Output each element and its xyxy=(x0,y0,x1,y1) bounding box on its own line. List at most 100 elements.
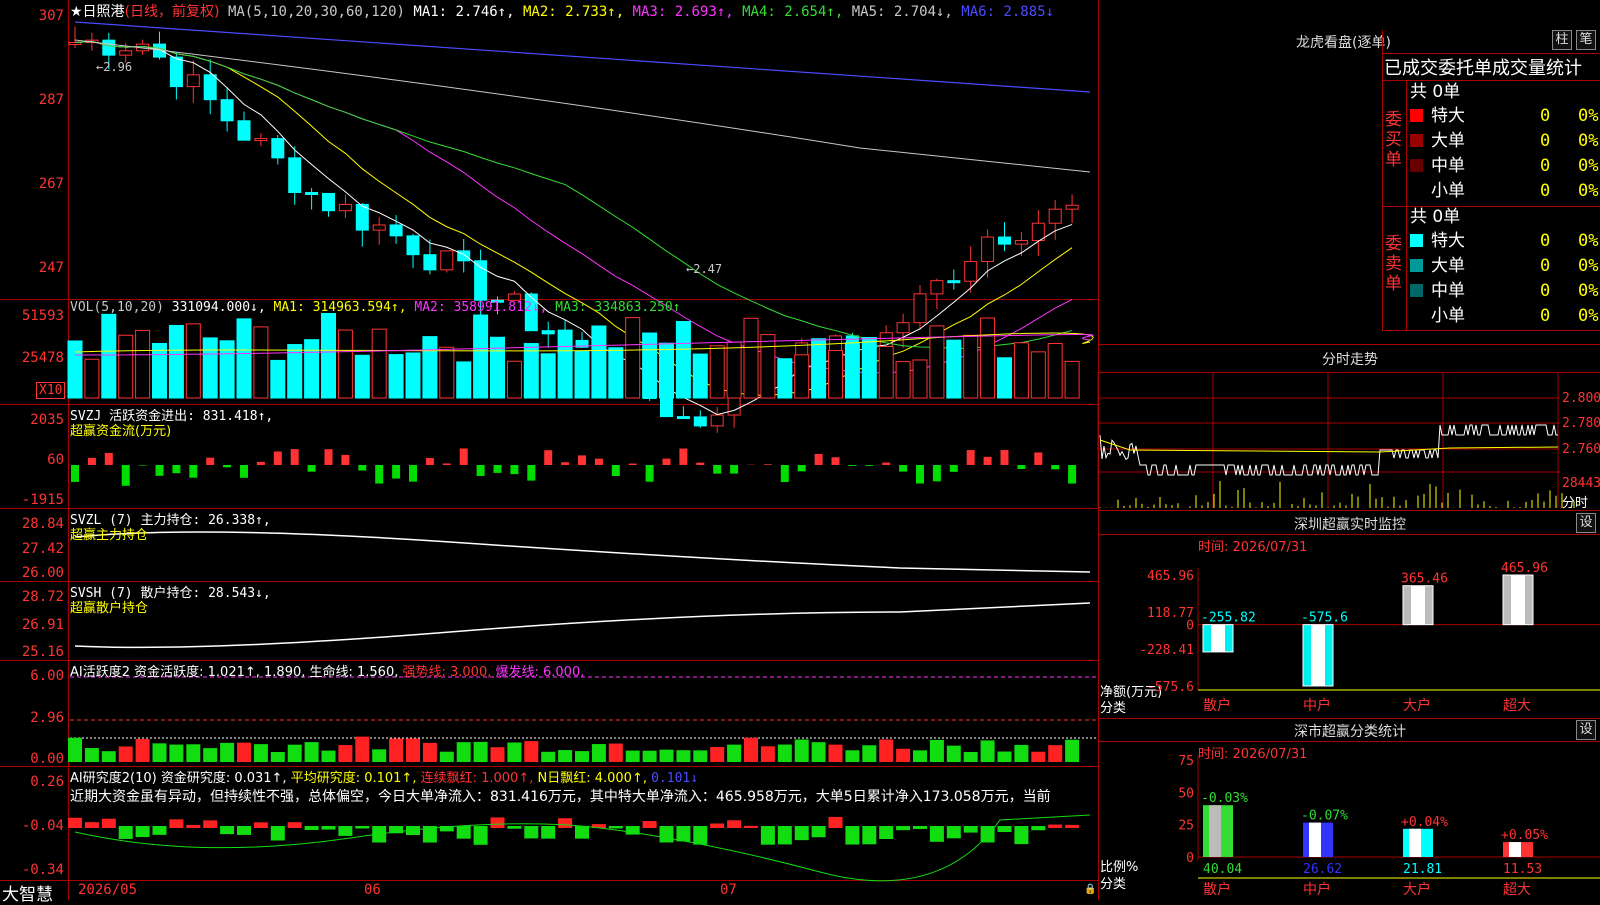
research-bar xyxy=(136,826,150,837)
active-bar xyxy=(626,751,640,762)
retail-holding-line xyxy=(75,603,1090,647)
stats-value: 40.04 xyxy=(1203,862,1242,877)
candle xyxy=(1049,209,1061,223)
flow-bar xyxy=(679,449,687,465)
ma-value-1: MA1: 2.746↑, xyxy=(413,4,514,20)
order-row-pct: 0% xyxy=(1578,279,1598,303)
lhb-left-border xyxy=(1382,30,1383,330)
monitor-bar-label: 465.96 xyxy=(1501,561,1548,576)
research-bar xyxy=(660,826,674,842)
brand-logo[interactable]: 大智慧 xyxy=(2,880,53,905)
research-bar xyxy=(930,826,944,842)
buy-orders-label: 委买单 xyxy=(1385,110,1403,170)
active-bar xyxy=(305,742,319,762)
ai-research-avg: 平均研究度: 0.101↑, xyxy=(291,771,421,786)
volume-bar xyxy=(355,355,369,398)
research-bar xyxy=(812,826,826,837)
volume-bar xyxy=(203,338,217,398)
research-bar xyxy=(795,826,809,840)
sz-monitor-settings-button[interactable]: 设 xyxy=(1576,513,1596,533)
candle xyxy=(339,204,351,210)
date-label-jul: 07 xyxy=(720,882,737,898)
active-bar xyxy=(288,745,302,762)
volume-ma1: MA1: 314963.594↑, xyxy=(274,300,407,315)
research-bar xyxy=(845,826,859,845)
research-bar xyxy=(305,826,319,830)
research-bar xyxy=(288,822,302,828)
price-axis-307: 307 xyxy=(0,8,64,24)
active-bar xyxy=(778,745,792,762)
color-swatch xyxy=(1410,259,1423,272)
price-axis-287: 287 xyxy=(0,92,64,108)
candle xyxy=(323,193,335,210)
panel-divider xyxy=(1098,718,1600,719)
panel-divider xyxy=(1098,534,1600,535)
ai-research-label: AI研究度2(10) 资金研究度: 0.031↑, xyxy=(70,771,291,786)
candle xyxy=(661,399,673,417)
volume-bar xyxy=(964,335,978,398)
monitor-bar-label: -575.6 xyxy=(1301,611,1348,626)
active-bar xyxy=(322,751,336,762)
volume-bar xyxy=(406,353,420,398)
candle xyxy=(1032,223,1044,240)
panel-divider xyxy=(1098,741,1600,742)
column-mode-button[interactable]: 柱 xyxy=(1552,30,1572,50)
flow-bar xyxy=(984,457,992,465)
volume-label: VOL(5,10,20) xyxy=(70,300,164,315)
candle xyxy=(982,237,994,261)
flow-bar xyxy=(409,465,417,482)
stock-name[interactable]: ★日照港 xyxy=(70,4,125,20)
active-bar xyxy=(744,738,758,762)
research-bar xyxy=(1014,826,1028,844)
active-bar xyxy=(896,749,910,762)
order-row-label: 中单 xyxy=(1431,281,1465,301)
sz-stats-settings-button[interactable]: 设 xyxy=(1576,720,1596,740)
volume-bar xyxy=(186,324,200,398)
volume-bar xyxy=(237,319,251,398)
ma-value-4: MA4: 2.654↑, xyxy=(734,4,844,20)
research-bar xyxy=(1048,825,1062,828)
volume-bar xyxy=(660,343,674,398)
candle xyxy=(914,294,926,323)
price-axis-267: 267 xyxy=(0,176,64,192)
volume-bar xyxy=(1065,361,1079,398)
research-bar xyxy=(829,817,843,828)
svzj-axis-bottom: -1915 xyxy=(0,492,64,508)
ai-research-header: AI研究度2(10) 资金研究度: 0.031↑, 平均研究度: 0.101↑,… xyxy=(70,767,698,786)
order-row-count: 0 xyxy=(1540,179,1550,203)
volume-bar xyxy=(1014,343,1028,398)
candle xyxy=(204,75,216,100)
volume-bar xyxy=(795,355,809,398)
volume-bar xyxy=(676,321,690,398)
stats-category: 散户 xyxy=(1203,881,1231,898)
candle xyxy=(272,139,284,158)
volume-bar xyxy=(778,359,792,398)
color-swatch xyxy=(1410,159,1423,172)
order-row-pct: 0% xyxy=(1578,179,1598,203)
volume-axis-top: 51593 xyxy=(0,308,64,324)
intraday-vol-unit: 分时 xyxy=(1562,492,1588,511)
volume-bar xyxy=(68,341,82,398)
stats-bar-highlight xyxy=(1509,842,1521,857)
trade-mode-button[interactable]: 笔 xyxy=(1576,30,1596,50)
flow-bar xyxy=(764,464,772,465)
kline-chart[interactable] xyxy=(0,0,1098,900)
monitor-axis-label: 465.96 xyxy=(1147,569,1194,584)
active-bar xyxy=(85,748,99,762)
active-bar xyxy=(406,738,420,762)
research-bar xyxy=(575,826,589,839)
period-label[interactable]: (日线，前复权) xyxy=(125,4,220,20)
svzj-axis-mid: 60 xyxy=(0,452,64,468)
volume-bar xyxy=(913,360,927,398)
candle xyxy=(711,415,723,426)
flow-bar xyxy=(848,465,856,466)
volume-bar xyxy=(457,362,471,398)
stats-category: 大户 xyxy=(1403,881,1431,898)
ai-comment: 近期大资金虽有异动，但持续性不强，总体偏空，今日大单净流入：831.416万元，… xyxy=(70,786,1096,806)
volume-bar xyxy=(389,355,403,398)
flow-bar xyxy=(510,465,518,474)
lock-icon[interactable]: 🔒 xyxy=(1084,884,1096,895)
research-bar xyxy=(153,826,167,835)
research-bar xyxy=(643,821,657,828)
candle xyxy=(441,251,453,270)
